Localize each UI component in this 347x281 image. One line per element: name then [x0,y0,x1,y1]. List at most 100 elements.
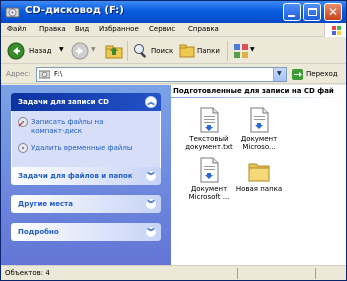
search-label: Поиск [151,47,174,55]
cd-drive-icon [39,70,50,79]
status-divider [237,268,238,279]
file-item[interactable]: Новая папка [231,157,287,207]
cd-write-icon [18,117,28,127]
expand-icon[interactable]: ︾ [145,170,157,182]
cd-tasks-group: Задачи для записи CD ︽ Записать файлы на… [11,93,161,169]
folder-icon [248,163,270,182]
up-folder-icon [105,45,123,59]
word-document-icon [250,107,269,133]
minimize-icon [288,15,295,17]
menu-bar: Файл Правка Вид Избранное Сервис Справка [1,23,346,37]
write-files-to-cd-link[interactable]: Записать файлы на компакт-диск [18,117,158,137]
heading-divider [171,97,346,98]
file-name: Новая папка [231,185,287,193]
go-button[interactable]: Переход [290,67,346,82]
back-dropdown-icon[interactable]: ▼ [59,46,64,53]
other-places-header[interactable]: Другие места ︾ [11,195,161,213]
other-places-group: Другие места ︾ [11,195,161,213]
file-tasks-title: Задачи для файлов и папок [18,172,133,180]
expand-icon[interactable]: ︾ [145,198,157,210]
file-name: Документ Microso... [231,135,287,151]
file-tasks-group: Задачи для файлов и папок ︾ [11,167,161,185]
views-dropdown-icon: ▼ [250,46,255,53]
file-name: Текстовый документ.txt [181,135,237,151]
forward-dropdown-icon[interactable]: ▼ [91,46,96,53]
folders-label: Папки [197,47,220,55]
status-bar: Объектов: 4 [1,265,346,280]
other-places-title: Другие места [18,200,73,208]
file-name-line1: Текстовый [189,135,229,143]
task-pane: Задачи для записи CD ︽ Записать файлы на… [1,85,171,265]
back-button[interactable]: Назад ▼ [5,40,67,62]
address-input[interactable]: F:\ ▼ [36,67,287,82]
maximize-button[interactable] [303,3,321,21]
window-title: CD-дисковод (F:) [25,5,124,16]
forward-button[interactable]: ▼ [69,40,99,62]
details-title: Подробно [18,228,59,236]
file-item[interactable]: Текстовый документ.txt [181,107,237,157]
menu-view[interactable]: Вид [75,25,89,33]
explorer-window: CD-дисковод (F:) ✕ Файл Правка Вид Избра… [0,0,347,281]
go-arrow-icon [292,69,303,80]
cd-drive-icon [5,7,20,18]
back-label: Назад [29,47,52,55]
windows-logo-icon [324,23,346,37]
file-name-line2: документ.txt [185,143,233,151]
chevron-down-icon: ▼ [277,70,282,77]
address-dropdown-button[interactable]: ▼ [273,68,286,81]
address-value: F:\ [54,70,63,78]
views-button[interactable]: ▼ [231,40,257,62]
delete-temp-label: Удалить временные файлы [31,144,133,152]
content-heading: Подготовленные для записи на CD фай [173,87,334,95]
minimize-button[interactable] [283,3,301,21]
file-name-line1: Документ [240,135,278,143]
maximize-icon [308,8,317,16]
close-button[interactable]: ✕ [324,3,342,21]
cd-tasks-title: Задачи для записи CD [18,98,109,106]
status-objects: Объектов: 4 [5,269,50,277]
write-files-line2: компакт-диск [31,127,82,135]
folders-button[interactable]: Папки [177,40,223,62]
title-bar[interactable]: CD-дисковод (F:) ✕ [1,1,346,23]
menu-help[interactable]: Справка [188,25,219,33]
expand-icon[interactable]: ︾ [145,226,157,238]
collapse-icon[interactable]: ︽ [145,96,157,108]
file-name-line2: Microso... [242,143,276,151]
status-divider [315,268,316,279]
close-icon: ✕ [327,5,339,19]
views-icon [234,44,248,58]
file-name: Документ Microsoft ... [181,185,237,201]
file-name-line2: Microsoft ... [188,193,230,201]
menu-edit[interactable]: Правка [39,25,66,33]
cd-tasks-body: Записать файлы на компакт-диск Удалить в… [11,111,161,169]
delete-temp-icon [18,143,28,153]
file-item[interactable]: Документ Microsoft ... [181,157,237,207]
toolbar-separator [127,41,128,61]
word-document-icon [200,157,219,183]
search-button[interactable]: Поиск [131,40,175,62]
menu-file[interactable]: Файл [7,25,26,33]
menu-favorites[interactable]: Избранное [99,25,139,33]
write-files-line1: Записать файлы на [31,118,104,126]
cd-tasks-header[interactable]: Задачи для записи CD ︽ [11,93,161,111]
search-icon [134,44,147,59]
address-label: Адрес: [6,70,31,78]
menu-tools[interactable]: Сервис [149,25,175,33]
file-tasks-header[interactable]: Задачи для файлов и папок ︾ [11,167,161,185]
back-arrow-icon [7,42,25,60]
go-label: Переход [306,70,338,78]
details-group: Подробно ︾ [11,223,161,241]
forward-arrow-icon [71,42,89,60]
file-name-line1: Новая папка [235,185,283,193]
file-list-pane: Подготовленные для записи на CD фай Текс… [171,85,346,265]
file-name-line1: Документ [190,185,228,193]
text-document-icon [200,107,219,133]
folders-icon [179,44,195,58]
up-folder-button[interactable] [103,40,125,62]
details-header[interactable]: Подробно ︾ [11,223,161,241]
file-item[interactable]: Документ Microso... [231,107,287,157]
delete-temp-files-link[interactable]: Удалить временные файлы [18,143,158,155]
toolbar: Назад ▼ ▼ Поиск Папки ▼ [1,38,346,64]
address-bar: Адрес: F:\ ▼ Переход [1,65,346,84]
toolbar-separator [227,41,228,61]
